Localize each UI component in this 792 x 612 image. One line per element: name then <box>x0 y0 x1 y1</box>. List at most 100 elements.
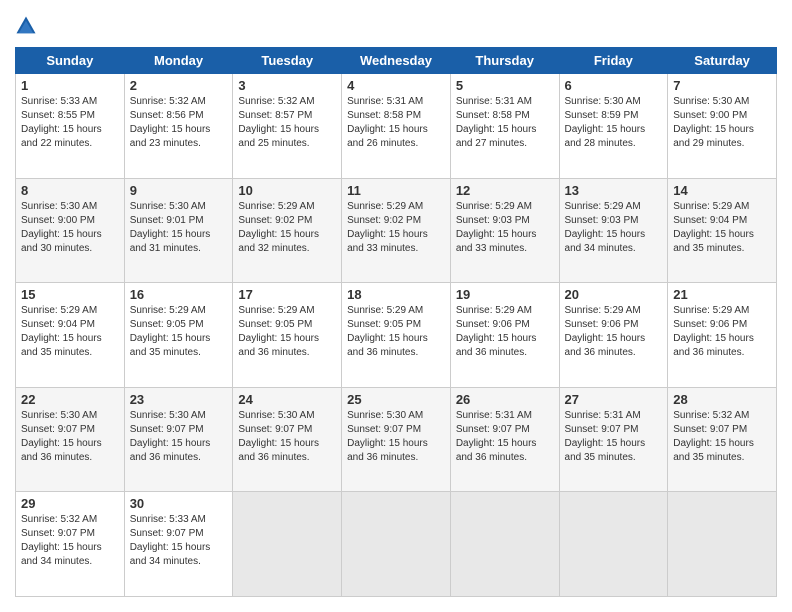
col-friday: Friday <box>559 48 668 74</box>
day-number: 20 <box>565 287 663 302</box>
table-row: 30 Sunrise: 5:33 AM Sunset: 9:07 PM Dayl… <box>124 492 233 597</box>
calendar-row: 1 Sunrise: 5:33 AM Sunset: 8:55 PM Dayli… <box>16 74 777 179</box>
day-number: 2 <box>130 78 228 93</box>
table-row: 25 Sunrise: 5:30 AM Sunset: 9:07 PM Dayl… <box>342 387 451 492</box>
day-number: 24 <box>238 392 336 407</box>
table-row: 18 Sunrise: 5:29 AM Sunset: 9:05 PM Dayl… <box>342 283 451 388</box>
table-row: 15 Sunrise: 5:29 AM Sunset: 9:04 PM Dayl… <box>16 283 125 388</box>
day-number: 22 <box>21 392 119 407</box>
day-number: 30 <box>130 496 228 511</box>
table-row: 28 Sunrise: 5:32 AM Sunset: 9:07 PM Dayl… <box>668 387 777 492</box>
day-number: 6 <box>565 78 663 93</box>
table-row: 5 Sunrise: 5:31 AM Sunset: 8:58 PM Dayli… <box>450 74 559 179</box>
day-info: Sunrise: 5:29 AM Sunset: 9:06 PM Dayligh… <box>456 304 554 360</box>
table-row <box>342 492 451 597</box>
calendar-row: 22 Sunrise: 5:30 AM Sunset: 9:07 PM Dayl… <box>16 387 777 492</box>
day-info: Sunrise: 5:30 AM Sunset: 9:01 PM Dayligh… <box>130 200 228 256</box>
day-info: Sunrise: 5:29 AM Sunset: 9:04 PM Dayligh… <box>21 304 119 360</box>
day-number: 14 <box>673 183 771 198</box>
col-monday: Monday <box>124 48 233 74</box>
day-info: Sunrise: 5:29 AM Sunset: 9:05 PM Dayligh… <box>130 304 228 360</box>
table-row: 7 Sunrise: 5:30 AM Sunset: 9:00 PM Dayli… <box>668 74 777 179</box>
day-info: Sunrise: 5:29 AM Sunset: 9:02 PM Dayligh… <box>347 200 445 256</box>
calendar-table: Sunday Monday Tuesday Wednesday Thursday… <box>15 47 777 597</box>
day-number: 3 <box>238 78 336 93</box>
day-info: Sunrise: 5:31 AM Sunset: 9:07 PM Dayligh… <box>456 409 554 465</box>
table-row: 21 Sunrise: 5:29 AM Sunset: 9:06 PM Dayl… <box>668 283 777 388</box>
day-info: Sunrise: 5:29 AM Sunset: 9:06 PM Dayligh… <box>565 304 663 360</box>
page: Sunday Monday Tuesday Wednesday Thursday… <box>0 0 792 612</box>
day-info: Sunrise: 5:32 AM Sunset: 9:07 PM Dayligh… <box>673 409 771 465</box>
logo-icon <box>15 15 37 37</box>
table-row: 29 Sunrise: 5:32 AM Sunset: 9:07 PM Dayl… <box>16 492 125 597</box>
day-info: Sunrise: 5:30 AM Sunset: 9:07 PM Dayligh… <box>130 409 228 465</box>
table-row: 9 Sunrise: 5:30 AM Sunset: 9:01 PM Dayli… <box>124 178 233 283</box>
table-row: 13 Sunrise: 5:29 AM Sunset: 9:03 PM Dayl… <box>559 178 668 283</box>
day-info: Sunrise: 5:33 AM Sunset: 9:07 PM Dayligh… <box>130 513 228 569</box>
day-info: Sunrise: 5:29 AM Sunset: 9:03 PM Dayligh… <box>456 200 554 256</box>
col-thursday: Thursday <box>450 48 559 74</box>
day-info: Sunrise: 5:29 AM Sunset: 9:03 PM Dayligh… <box>565 200 663 256</box>
calendar-row: 29 Sunrise: 5:32 AM Sunset: 9:07 PM Dayl… <box>16 492 777 597</box>
day-number: 1 <box>21 78 119 93</box>
calendar-row: 8 Sunrise: 5:30 AM Sunset: 9:00 PM Dayli… <box>16 178 777 283</box>
col-tuesday: Tuesday <box>233 48 342 74</box>
day-number: 15 <box>21 287 119 302</box>
day-info: Sunrise: 5:32 AM Sunset: 8:57 PM Dayligh… <box>238 95 336 151</box>
table-row: 3 Sunrise: 5:32 AM Sunset: 8:57 PM Dayli… <box>233 74 342 179</box>
table-row: 8 Sunrise: 5:30 AM Sunset: 9:00 PM Dayli… <box>16 178 125 283</box>
day-info: Sunrise: 5:30 AM Sunset: 9:00 PM Dayligh… <box>673 95 771 151</box>
col-saturday: Saturday <box>668 48 777 74</box>
day-number: 17 <box>238 287 336 302</box>
table-row: 27 Sunrise: 5:31 AM Sunset: 9:07 PM Dayl… <box>559 387 668 492</box>
day-info: Sunrise: 5:30 AM Sunset: 9:00 PM Dayligh… <box>21 200 119 256</box>
table-row: 6 Sunrise: 5:30 AM Sunset: 8:59 PM Dayli… <box>559 74 668 179</box>
day-number: 5 <box>456 78 554 93</box>
day-number: 29 <box>21 496 119 511</box>
table-row <box>559 492 668 597</box>
col-sunday: Sunday <box>16 48 125 74</box>
day-info: Sunrise: 5:29 AM Sunset: 9:05 PM Dayligh… <box>238 304 336 360</box>
table-row: 14 Sunrise: 5:29 AM Sunset: 9:04 PM Dayl… <box>668 178 777 283</box>
table-row: 4 Sunrise: 5:31 AM Sunset: 8:58 PM Dayli… <box>342 74 451 179</box>
day-info: Sunrise: 5:33 AM Sunset: 8:55 PM Dayligh… <box>21 95 119 151</box>
table-row: 16 Sunrise: 5:29 AM Sunset: 9:05 PM Dayl… <box>124 283 233 388</box>
day-info: Sunrise: 5:31 AM Sunset: 8:58 PM Dayligh… <box>347 95 445 151</box>
table-row: 11 Sunrise: 5:29 AM Sunset: 9:02 PM Dayl… <box>342 178 451 283</box>
table-row: 10 Sunrise: 5:29 AM Sunset: 9:02 PM Dayl… <box>233 178 342 283</box>
day-number: 19 <box>456 287 554 302</box>
day-number: 4 <box>347 78 445 93</box>
day-info: Sunrise: 5:29 AM Sunset: 9:02 PM Dayligh… <box>238 200 336 256</box>
table-row: 12 Sunrise: 5:29 AM Sunset: 9:03 PM Dayl… <box>450 178 559 283</box>
day-number: 11 <box>347 183 445 198</box>
table-row: 24 Sunrise: 5:30 AM Sunset: 9:07 PM Dayl… <box>233 387 342 492</box>
day-number: 28 <box>673 392 771 407</box>
day-info: Sunrise: 5:30 AM Sunset: 9:07 PM Dayligh… <box>347 409 445 465</box>
day-number: 18 <box>347 287 445 302</box>
day-number: 23 <box>130 392 228 407</box>
day-number: 16 <box>130 287 228 302</box>
table-row: 23 Sunrise: 5:30 AM Sunset: 9:07 PM Dayl… <box>124 387 233 492</box>
table-row: 19 Sunrise: 5:29 AM Sunset: 9:06 PM Dayl… <box>450 283 559 388</box>
day-number: 12 <box>456 183 554 198</box>
day-info: Sunrise: 5:30 AM Sunset: 9:07 PM Dayligh… <box>238 409 336 465</box>
day-number: 27 <box>565 392 663 407</box>
day-number: 9 <box>130 183 228 198</box>
table-row <box>450 492 559 597</box>
table-row: 20 Sunrise: 5:29 AM Sunset: 9:06 PM Dayl… <box>559 283 668 388</box>
day-number: 10 <box>238 183 336 198</box>
day-number: 26 <box>456 392 554 407</box>
table-row: 22 Sunrise: 5:30 AM Sunset: 9:07 PM Dayl… <box>16 387 125 492</box>
day-info: Sunrise: 5:32 AM Sunset: 9:07 PM Dayligh… <box>21 513 119 569</box>
day-info: Sunrise: 5:31 AM Sunset: 8:58 PM Dayligh… <box>456 95 554 151</box>
day-number: 7 <box>673 78 771 93</box>
table-row: 1 Sunrise: 5:33 AM Sunset: 8:55 PM Dayli… <box>16 74 125 179</box>
col-wednesday: Wednesday <box>342 48 451 74</box>
table-row <box>233 492 342 597</box>
table-row <box>668 492 777 597</box>
logo <box>15 15 39 37</box>
day-info: Sunrise: 5:32 AM Sunset: 8:56 PM Dayligh… <box>130 95 228 151</box>
day-number: 21 <box>673 287 771 302</box>
table-row: 17 Sunrise: 5:29 AM Sunset: 9:05 PM Dayl… <box>233 283 342 388</box>
day-info: Sunrise: 5:31 AM Sunset: 9:07 PM Dayligh… <box>565 409 663 465</box>
